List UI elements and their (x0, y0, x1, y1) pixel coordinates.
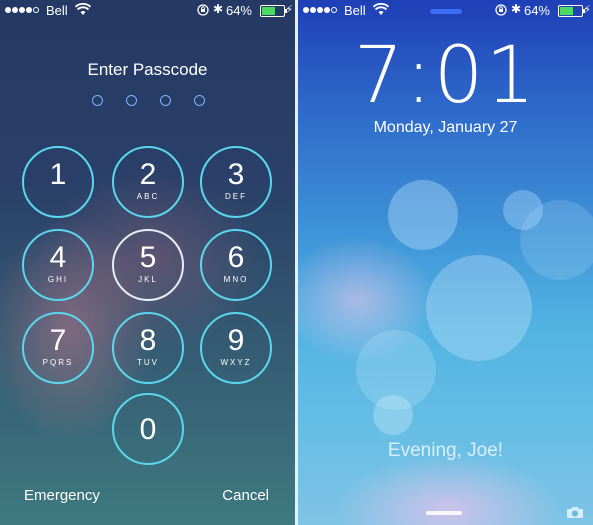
bluetooth-icon: ✱ (212, 2, 223, 16)
lock-screen: Bell ✱ 64% ⚡ 7:01 Monday, January 27 Eve… (298, 0, 593, 525)
bluetooth-icon: ✱ (510, 2, 521, 16)
carrier-name: Bell (344, 3, 366, 18)
cancel-button[interactable]: Cancel (222, 487, 269, 504)
wifi-icon (74, 2, 92, 19)
key-6[interactable]: 6 MNO (200, 229, 272, 301)
bokeh-light (426, 255, 532, 361)
lock-clock: 7:01 (353, 31, 538, 121)
wifi-icon (372, 2, 390, 19)
carrier-name: Bell (46, 3, 68, 18)
key-1[interactable]: 1 (22, 146, 94, 218)
signal-strength-icon (5, 7, 40, 22)
key-8[interactable]: 8 TUV (112, 312, 184, 384)
charging-bolt-icon: ⚡ (583, 4, 591, 16)
signal-strength-icon (303, 7, 338, 22)
battery-icon (260, 5, 287, 17)
passcode-dot (160, 95, 171, 106)
lock-greeting: Evening, Joe! (387, 440, 504, 461)
key-4[interactable]: 4 GHI (22, 229, 94, 301)
rotation-lock-icon (495, 4, 507, 19)
emergency-button[interactable]: Emergency (24, 487, 100, 504)
key-7[interactable]: 7 PQRS (22, 312, 94, 384)
notification-center-handle[interactable] (430, 9, 462, 14)
key-3[interactable]: 3 DEF (200, 146, 272, 218)
passcode-dot (194, 95, 205, 106)
key-2[interactable]: 2 ABC (112, 146, 184, 218)
enter-passcode-title: Enter Passcode (87, 60, 208, 79)
charging-bolt-icon: ⚡ (285, 4, 293, 16)
battery-percent: 64% (523, 3, 550, 18)
battery-percent: 64% (225, 3, 252, 18)
key-9[interactable]: 9 WXYZ (200, 312, 272, 384)
control-center-grabber[interactable] (426, 511, 462, 515)
bokeh-light (388, 180, 458, 250)
battery-fill (560, 7, 573, 15)
lock-date: Monday, January 27 (373, 119, 518, 136)
passcode-dot (126, 95, 137, 106)
status-bar: Bell ✱ 64% ⚡ (0, 0, 295, 22)
passcode-screen: Bell ✱ 64% ⚡ Enter Passcode 1 2 ABC 3 DEF … (0, 0, 295, 525)
battery-fill (262, 7, 275, 15)
key-0[interactable]: 0 (112, 393, 184, 465)
bokeh-light (373, 395, 413, 435)
rotation-lock-icon (197, 4, 209, 19)
key-5[interactable]: 5 JKL (112, 229, 184, 301)
passcode-dot (92, 95, 103, 106)
battery-icon (558, 5, 585, 17)
bokeh-light (520, 200, 593, 280)
camera-icon[interactable] (566, 506, 584, 519)
